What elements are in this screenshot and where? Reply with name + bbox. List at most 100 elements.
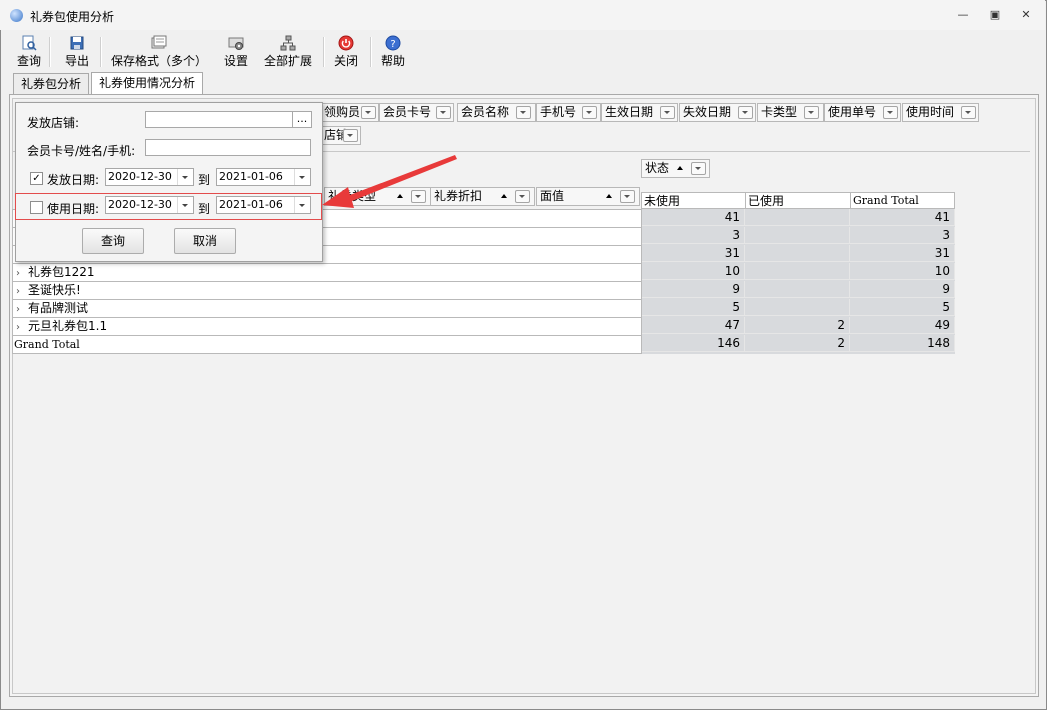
dropdown-icon[interactable]: [691, 162, 706, 175]
filter-field-purchaser[interactable]: 领购员: [320, 103, 379, 122]
issue-date-to[interactable]: 2021-01-06: [216, 168, 311, 186]
sort-ascending-icon[interactable]: [606, 194, 612, 198]
value-cell[interactable]: 31: [850, 245, 955, 262]
tab-coupon-usage-analysis[interactable]: 礼券使用情况分析: [91, 72, 204, 95]
dropdown-icon[interactable]: [582, 106, 597, 119]
filter-field-label: 使用单号: [828, 105, 877, 119]
value-cell[interactable]: [745, 209, 850, 226]
dropdown-icon[interactable]: [804, 106, 819, 119]
chevron-down-icon[interactable]: [294, 197, 310, 213]
use-date-to[interactable]: 2021-01-06: [216, 196, 311, 214]
toolbar-separator: [49, 37, 51, 67]
value-cell[interactable]: [745, 245, 850, 262]
value-cell[interactable]: 2: [745, 335, 850, 352]
close-button[interactable]: 关闭: [329, 33, 363, 71]
maximize-icon[interactable]: ▣: [988, 9, 1002, 21]
value-cell[interactable]: [745, 227, 850, 244]
dropdown-icon[interactable]: [516, 106, 531, 119]
row-divider: [12, 335, 642, 336]
value-cell[interactable]: 41: [642, 209, 745, 226]
chevron-down-icon[interactable]: [177, 197, 193, 213]
query-button[interactable]: 查询: [13, 33, 45, 71]
filter-field-effective-date[interactable]: 生效日期: [601, 103, 678, 122]
filter-field-phone[interactable]: 手机号: [536, 103, 601, 122]
query-icon: [22, 35, 37, 51]
filter-field-store[interactable]: 店铺: [320, 126, 361, 145]
row-divider: [12, 263, 642, 264]
dropdown-icon[interactable]: [515, 190, 530, 203]
row-label: 礼券包1221: [28, 265, 95, 279]
export-button[interactable]: 导出: [61, 33, 93, 71]
filter-field-usage-time[interactable]: 使用时间: [902, 103, 979, 122]
expand-all-button[interactable]: 全部扩展: [259, 33, 317, 71]
table-row[interactable]: › 元旦礼券包1.1: [16, 318, 107, 335]
settings-button[interactable]: 设置: [219, 33, 253, 71]
toolbar-separator: [100, 37, 102, 67]
column-field-status[interactable]: 状态: [641, 159, 710, 178]
filter-field-expiry-date[interactable]: 失效日期: [679, 103, 756, 122]
settings-icon: [228, 37, 244, 50]
expand-chevron-icon[interactable]: ›: [16, 283, 28, 300]
value-cell[interactable]: 49: [850, 317, 955, 334]
close-power-icon: [338, 35, 354, 51]
value-cell[interactable]: 5: [850, 299, 955, 316]
chevron-down-icon[interactable]: [177, 169, 193, 185]
value-cell[interactable]: 148: [850, 335, 955, 352]
tab-gift-package-analysis[interactable]: 礼券包分析: [13, 73, 90, 95]
value-cell[interactable]: 9: [850, 281, 955, 298]
popup-query-button[interactable]: 查询: [82, 228, 144, 254]
dropdown-icon[interactable]: [883, 106, 898, 119]
expand-chevron-icon[interactable]: ›: [16, 265, 28, 282]
sort-ascending-icon[interactable]: [677, 166, 683, 170]
table-row[interactable]: › 圣诞快乐!: [16, 282, 81, 299]
row-label: 圣诞快乐!: [28, 283, 81, 297]
use-date-checkbox[interactable]: [30, 201, 43, 214]
value-cell[interactable]: [745, 281, 850, 298]
chevron-down-icon[interactable]: [294, 169, 310, 185]
value-cell[interactable]: [745, 263, 850, 280]
dropdown-icon[interactable]: [343, 129, 358, 142]
use-date-from[interactable]: 2020-12-30: [105, 196, 194, 214]
value-cell[interactable]: 3: [642, 227, 745, 244]
value-cell[interactable]: 10: [850, 263, 955, 280]
value-cell[interactable]: 41: [850, 209, 955, 226]
row-field-face-value[interactable]: 面值: [536, 187, 640, 206]
close-icon[interactable]: ✕: [1019, 9, 1033, 21]
save-format-button[interactable]: 保存格式（多个）: [109, 33, 209, 71]
member-input[interactable]: [145, 139, 311, 156]
filter-field-card-type[interactable]: 卡类型: [757, 103, 824, 122]
table-row[interactable]: › 礼券包1221: [16, 264, 95, 281]
use-date-label: 使用日期:: [47, 202, 100, 216]
value-cell[interactable]: 31: [642, 245, 745, 262]
value-cell[interactable]: 47: [642, 317, 745, 334]
value-cell[interactable]: 3: [850, 227, 955, 244]
value-cell[interactable]: 2: [745, 317, 850, 334]
dropdown-icon[interactable]: [620, 190, 635, 203]
store-browse-button[interactable]: ...: [292, 111, 312, 128]
store-input[interactable]: [145, 111, 293, 128]
expand-chevron-icon[interactable]: ›: [16, 319, 28, 336]
minimize-icon[interactable]: —: [956, 9, 970, 21]
dropdown-icon[interactable]: [961, 106, 976, 119]
dropdown-icon[interactable]: [738, 106, 753, 119]
value-cell[interactable]: [745, 299, 850, 316]
issue-date-checkbox[interactable]: ✓: [30, 172, 43, 185]
help-button[interactable]: ? 帮助: [376, 33, 410, 71]
member-label: 会员卡号/姓名/手机:: [27, 144, 136, 158]
value-cell[interactable]: 5: [642, 299, 745, 316]
dropdown-icon[interactable]: [361, 106, 376, 119]
filter-field-member-card[interactable]: 会员卡号: [379, 103, 454, 122]
dropdown-icon[interactable]: [660, 106, 675, 119]
value-cell[interactable]: 9: [642, 281, 745, 298]
filter-field-member-name[interactable]: 会员名称: [457, 103, 536, 122]
value-cell[interactable]: 146: [642, 335, 745, 352]
issue-date-from[interactable]: 2020-12-30: [105, 168, 194, 186]
sort-ascending-icon[interactable]: [501, 194, 507, 198]
dropdown-icon[interactable]: [436, 106, 451, 119]
expand-chevron-icon[interactable]: ›: [16, 301, 28, 318]
filter-field-usage-no[interactable]: 使用单号: [824, 103, 901, 122]
table-row[interactable]: › 有品牌测试: [16, 300, 88, 317]
issue-date-label: 发放日期:: [47, 173, 100, 187]
value-cell[interactable]: 10: [642, 263, 745, 280]
popup-cancel-button[interactable]: 取消: [174, 228, 236, 254]
